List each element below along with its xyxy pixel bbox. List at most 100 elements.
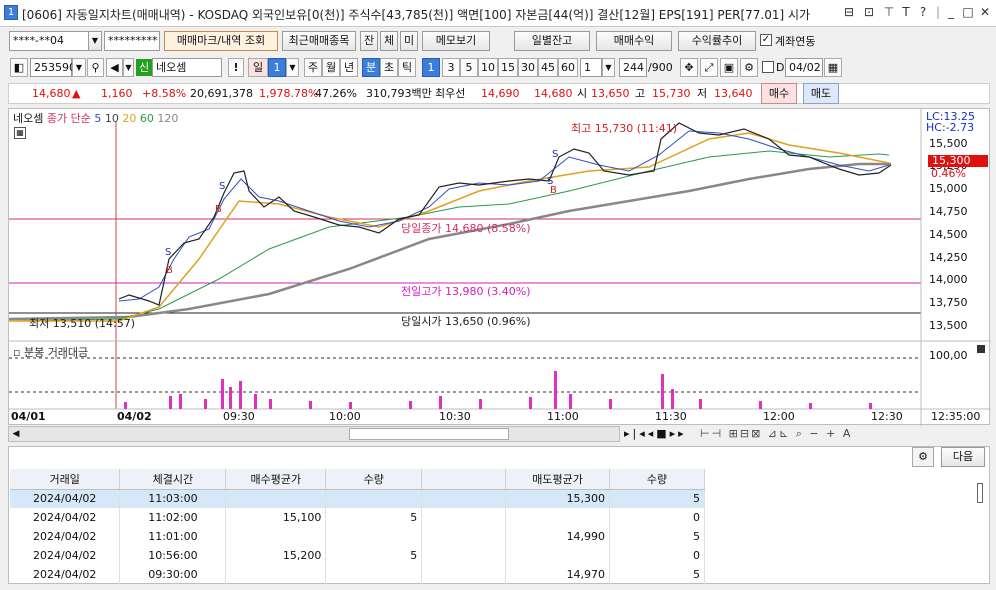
min-60[interactable]: 60	[558, 58, 578, 77]
min-1[interactable]: 1	[422, 58, 440, 77]
daily-balance-button[interactable]: 일별잔고	[514, 31, 590, 51]
trade-table: 거래일 체결시간 매수평균가 수량 매도평균가 수량 2024/04/02 11:…	[10, 469, 705, 584]
account-input[interactable]: ****-**04	[9, 31, 89, 51]
password-input[interactable]: *********	[104, 31, 160, 51]
compare-icon[interactable]: ⤢	[700, 58, 718, 77]
table-cell	[325, 527, 423, 546]
gear-icon[interactable]: ⚙	[912, 447, 934, 467]
interval-dropdown[interactable]: ▼	[602, 58, 615, 77]
date-checkbox[interactable]	[762, 61, 774, 73]
sell-button[interactable]: 매도	[803, 83, 839, 104]
sell-marker: S	[219, 181, 225, 192]
tab-month[interactable]: 월	[322, 58, 340, 77]
balance-button[interactable]: 잔	[360, 31, 378, 51]
executed-button[interactable]: 체	[380, 31, 398, 51]
table-row[interactable]: 2024/04/02 11:02:00 15,100 5 0	[10, 508, 705, 527]
minimize-icon[interactable]: _	[944, 5, 958, 19]
code-dropdown[interactable]: ▼	[72, 58, 86, 77]
min-30[interactable]: 30	[518, 58, 538, 77]
hc-label: HC:-2.73	[926, 121, 975, 134]
tab-year[interactable]: 년	[340, 58, 358, 77]
low-label: 저	[697, 87, 708, 100]
min-45[interactable]: 45	[538, 58, 558, 77]
memo-button[interactable]: 메모보기	[422, 31, 490, 51]
min-5[interactable]: 5	[460, 58, 478, 77]
layout-icon[interactable]: ◧	[10, 58, 28, 77]
table-cell: 10:56:00	[119, 546, 227, 565]
day-dropdown[interactable]: ▼	[286, 58, 299, 77]
vertical-scrollbar[interactable]	[977, 483, 983, 503]
maximize-icon[interactable]: □	[961, 5, 975, 19]
gear-icon[interactable]: ⚙	[740, 58, 758, 77]
tab-tick[interactable]: 틱	[398, 58, 416, 77]
table-row[interactable]: 2024/04/02 11:03:00 15,300 5	[10, 489, 705, 508]
table-cell	[505, 508, 611, 527]
min-10[interactable]: 10	[478, 58, 498, 77]
y-tick: 14,750	[929, 205, 968, 218]
min-15[interactable]: 15	[498, 58, 518, 77]
table-row[interactable]: 2024/04/02 09:30:00 14,970 5	[10, 565, 705, 584]
tab-minute[interactable]: 분	[362, 58, 380, 77]
speaker-icon[interactable]: ◀	[106, 58, 123, 77]
table-cell: 0	[609, 508, 705, 527]
stock-code-input[interactable]: 253590	[30, 58, 76, 77]
date-input[interactable]: 04/02	[785, 58, 823, 77]
volume: 20,691,378	[190, 87, 253, 100]
alert-icon[interactable]: !	[228, 58, 244, 77]
search-icon[interactable]: ⚲	[87, 58, 104, 77]
buy-button[interactable]: 매수	[761, 83, 797, 104]
table-row[interactable]: 2024/04/02 11:01:00 14,990 5	[10, 527, 705, 546]
account-link-checkbox[interactable]: ✓	[760, 34, 772, 46]
restore-icon[interactable]: ⊡	[862, 5, 876, 19]
interval-input[interactable]: 1	[580, 58, 602, 77]
x-label: 10:30	[439, 410, 471, 423]
drawing-tools[interactable]: ⊢⊣ ⊞⊟⊠ ⊿⊾ ⌕ − + A	[700, 427, 852, 441]
font-icon[interactable]: T	[899, 5, 913, 19]
account-dropdown[interactable]: ▼	[88, 31, 102, 51]
scroll-thumb[interactable]	[349, 428, 509, 440]
high-annotation: 최고 15,730 (11:41)	[571, 122, 678, 135]
table-cell: 2024/04/02	[10, 565, 121, 584]
table-cell: 2024/04/02	[10, 508, 121, 527]
tile-icon[interactable]: ⊟	[842, 5, 856, 19]
pane-menu-icon[interactable]	[977, 345, 985, 353]
legend-ma5: 5	[94, 112, 102, 125]
table-row[interactable]: 2024/04/02 10:56:00 15,200 5 0	[10, 546, 705, 565]
col-buy-avg: 매수평균가	[225, 469, 327, 490]
y-tick: 14,250	[929, 251, 968, 264]
window-title: [0606] 자동일지차트(매매내역) - KOSDAQ 외국인보유[0(천)]…	[22, 8, 811, 22]
pin-icon[interactable]: ⊤	[882, 5, 896, 19]
scroll-left-icon[interactable]: ◀	[9, 427, 23, 441]
crosshair-icon[interactable]: ✥	[680, 58, 698, 77]
pct-tag: 0.46%	[931, 167, 966, 180]
tab-second[interactable]: 초	[380, 58, 398, 77]
min-3[interactable]: 3	[442, 58, 460, 77]
table-header: 거래일 체결시간 매수평균가 수량 매도평균가 수량	[10, 469, 705, 490]
trade-mark-query-button[interactable]: 매매마크/내역 조회	[164, 31, 278, 51]
speaker-dropdown[interactable]: ▼	[123, 58, 134, 77]
chart-legend: 네오셈 종가 단순 5 10 20 60 120	[13, 110, 178, 126]
next-button[interactable]: 다음	[941, 447, 985, 467]
day-count[interactable]: 1	[268, 58, 286, 77]
help-icon[interactable]: ?	[916, 5, 930, 19]
yield-trend-button[interactable]: 수익률추이	[678, 31, 756, 51]
bar-count-input[interactable]: 244	[619, 58, 647, 77]
tab-week[interactable]: 주	[304, 58, 322, 77]
unfilled-button[interactable]: 미	[400, 31, 418, 51]
current-price: 14,680	[32, 87, 71, 100]
playback-controls[interactable]: ▸|◂◂■▸▸	[624, 427, 687, 440]
volume-legend: ▫ 분봉 거래대금	[13, 346, 89, 359]
trade-profit-button[interactable]: 매매수익	[596, 31, 672, 51]
save-icon[interactable]: ▣	[720, 58, 738, 77]
calendar-icon[interactable]: ▦	[824, 58, 842, 77]
high-price: 15,730	[652, 87, 691, 100]
tab-day[interactable]: 일	[248, 58, 268, 77]
separator: |	[935, 5, 941, 19]
table-toggle-icon[interactable]: ▦	[14, 127, 26, 139]
table-cell: 11:01:00	[119, 527, 227, 546]
recent-trades-button[interactable]: 최근매매종목	[282, 31, 356, 51]
price-chart[interactable]: S B S B S S B 네오셈 종가 단순 5 10 20 60 120 ▦…	[8, 108, 991, 426]
stock-name-input[interactable]: 네오셈	[152, 58, 222, 77]
chart-scrollbar[interactable]: ◀	[8, 426, 620, 442]
close-icon[interactable]: ✕	[978, 5, 992, 19]
